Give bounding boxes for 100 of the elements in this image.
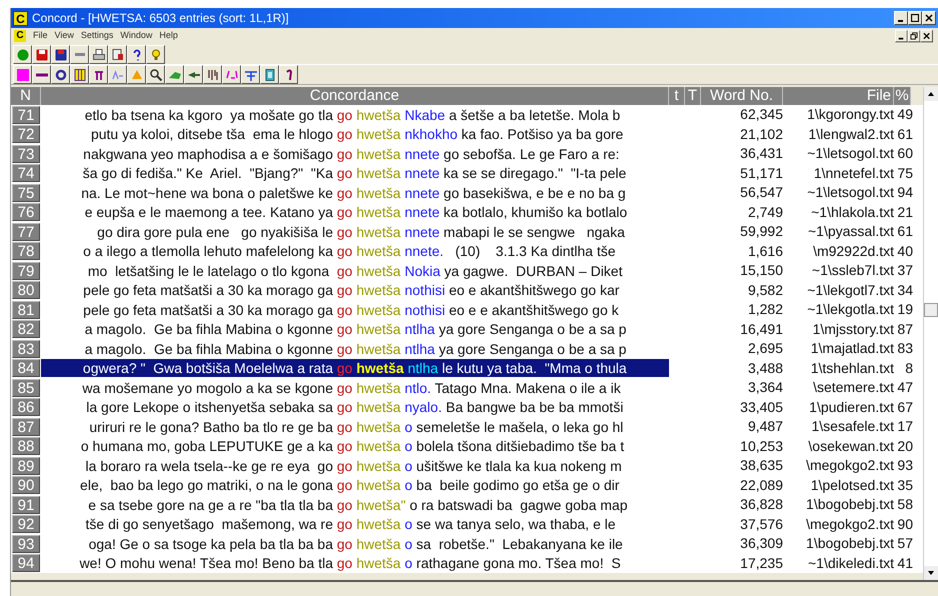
close-button[interactable] (922, 11, 936, 25)
menu-item[interactable]: View (54, 29, 74, 43)
column-header[interactable]: T (685, 87, 701, 105)
file-name: \megokgo2.txt (805, 514, 894, 534)
close-button[interactable] (920, 30, 933, 42)
menu-item[interactable]: Help (159, 29, 178, 43)
word-number: 38,635 (739, 456, 783, 476)
scroll-down-icon[interactable] (924, 566, 938, 580)
table-row[interactable]: 94 we! O mohu wena! Tšea mo! Beno ba tla go hwetša o rathagane gona mo. Tšea mo! S 17,235 ~1\dikeledi.txt 41 (11, 554, 923, 573)
toolbar-button[interactable] (127, 45, 146, 64)
toolbar-button[interactable] (279, 65, 298, 84)
toolbar-button[interactable] (51, 45, 70, 64)
table-row[interactable]: 93 oga! Ge o sa tsoge ka pela ba tla ba ba go hwetša o sa robetše." Lebakanyana ke ile 36,309 1\bogobebj.txt 57 (11, 534, 923, 554)
row-number: 77 (12, 222, 40, 241)
file-name: ~1\ssleb7l.txt (810, 261, 894, 280)
toolbar-button[interactable] (70, 45, 89, 64)
table-row[interactable]: 79 mo letšatšing le le latelago o tlo kgona go hwetša Nokia ya gagwe. DURBAN – Diket 15,150 ~1\ssleb7l.txt 37 (11, 261, 923, 280)
toolbar-button[interactable] (108, 45, 127, 64)
maximize-button[interactable] (908, 11, 922, 25)
table-row[interactable]: 84 ogwera? " Gwa botšiša Moelelwa a rata go hwetša ntlha le kutu ya taba. "Mma o thula 3,488 1\tshehlan.txt 8 (11, 358, 923, 378)
file-name: 1\nnetefel.txt (812, 164, 894, 183)
percent: 61 (896, 124, 913, 144)
table-row[interactable]: 75 na. Le mot~hene wa bona o paletšwe ke go hwetša nnete go basekišwa, e be e no ba g 56,547 ~1\letsogol.txt 94 (11, 183, 923, 202)
toolbar-button[interactable] (260, 65, 279, 84)
word-number: 3,488 (746, 358, 783, 378)
table-row[interactable]: 72 putu ya koloi, ditsebe tša ema le hlogo go hwetša nkhokho ka fao. Potšiso ya ba gore 21,102 1\lengwal2.txt 61 (11, 124, 923, 144)
file-name: 1\sesafele.txt (810, 417, 894, 436)
table-row[interactable]: 74 ša go di fediša." Ke Ariel. "Bjang?" "Ka go hwetša nnete ka se se diregago." "I-ta pele 51,171 1\nnetefel.txt 75 (11, 164, 923, 183)
column-header[interactable]: Word No. (701, 87, 783, 105)
toolbar-button[interactable] (13, 65, 32, 84)
table-row[interactable]: 78 o a ilego a tlemolla lehuto mafelelong ka go hwetša nnete. (10) 3.1.3 Ka dintlha tše 1,616 \m92922d.txt 40 (11, 242, 923, 261)
table-row[interactable]: 89 la boraro ra wela tsela--ke ge re eya go go hwetša o ušitšwe ke tlala ka kua nokeng m 38,635 \megokgo2.txt 93 (11, 456, 923, 476)
table-row[interactable]: 73 nakgwana yeo maphodisa a e šomišago go hwetša nnete go sebofša. Le ge Faro a re: 36,431 ~1\letsogol.txt 60 (11, 144, 923, 164)
table-row[interactable]: 71 etlo ba tsena ka kgoro ya mošate go tla go hwetša Nkabe a šetše a ba letetše. Mola b 62,345 1\kgorongy.txt 49 (11, 105, 923, 124)
file-name: 1\mjsstory.txt (812, 320, 894, 339)
table-row[interactable]: 77 go dira gore pula ene go nyakišiša le go hwetša nnete mabapi le se sengwe ngaka 59,992 ~1\pyassal.txt 61 (11, 222, 923, 242)
column-header[interactable]: N (11, 87, 41, 105)
percent: 57 (896, 534, 913, 554)
file-name: ~1\letsogol.txt (806, 144, 894, 164)
file-name: ~1\letsogol.txt (806, 183, 894, 202)
window-title: Concord - [HWETSA: 6503 entries (sort: 1L,1R)] (32, 10, 289, 27)
word-number: 36,309 (739, 534, 783, 554)
table-row[interactable]: 80 pele go feta matšatši a 30 ka morago ga go hwetša nothisi eo e akantšhitšwego go kar 9,582 ~1\lekgotl7.txt 34 (11, 280, 923, 300)
word-number: 21,102 (739, 124, 783, 144)
restore-button[interactable] (908, 30, 920, 42)
percent: 61 (896, 222, 913, 242)
search-icon (148, 68, 162, 82)
menu-item[interactable]: Window (120, 29, 152, 43)
minimize-button[interactable] (894, 11, 908, 25)
row-number: 82 (12, 320, 40, 338)
column-header[interactable]: t (669, 87, 685, 105)
scroll-thumb[interactable] (924, 303, 938, 317)
toolbar-button[interactable] (127, 65, 146, 84)
toolbar-button[interactable] (70, 65, 89, 84)
toolbar-button[interactable] (32, 65, 51, 84)
concordance-line: pele go feta matšatši a 30 ka morago ga go hwetša nothisi eo e e akantšhitšwego go k (82, 300, 620, 319)
toolbar-button[interactable] (108, 65, 127, 84)
concordance-line: pele go feta matšatši a 30 ka morago ga go hwetša nothisi eo e akantšhitšwego go kar (82, 281, 620, 300)
table-row[interactable]: 88 o humana mo, goba LEPUTUKE ge a ka go hwetša o bolela tšona ditšiebadimo tše ba t 10,253 \osekewan.txt 20 (11, 436, 923, 456)
toolbar-button[interactable] (222, 65, 241, 84)
row-number: 76 (12, 203, 40, 222)
toolbar-button[interactable] (13, 45, 32, 64)
column-header[interactable]: % (894, 87, 911, 105)
table-row[interactable]: 83 a magolo. Ge ba fihla Mabina o kgonne go hwetša ntlha ya gore Senganga o be a sa p 2,695 1\majatlad.txt 83 (11, 339, 923, 358)
table-row[interactable]: 81 pele go feta matšatši a 30 ka morago ga go hwetša nothisi eo e e akantšhitšwego go k 1,282 ~1\lekgotla.txt 19 (11, 300, 923, 320)
file-name: 1\tshehlan.txt (810, 358, 894, 378)
restore-icon (910, 32, 918, 40)
scroll-up-icon[interactable] (924, 87, 938, 101)
column-header[interactable]: File (783, 87, 894, 105)
toolbar-button[interactable] (165, 65, 184, 84)
minimize-button[interactable] (895, 30, 908, 42)
table-row[interactable]: 87 uriruri re le gona? Batho ba tlo re ge ba go hwetša o semeletše le mašela, o leka go hl 9,487 1\sesafele.txt 17 (11, 417, 923, 436)
percent: 90 (896, 514, 913, 534)
maximize-icon (911, 14, 919, 22)
percent: 93 (896, 456, 913, 476)
table-row[interactable]: 86 la gore Lekope o itshenyetša sebaka sa go hwetša nyalo. Ba bangwe ba be ba mmotši 33,405 1\pudieren.txt 67 (11, 398, 923, 417)
toolbar-button[interactable] (241, 65, 260, 84)
menu-item[interactable]: Settings (80, 29, 114, 43)
toolbar-button[interactable] (146, 65, 165, 84)
row-number: 86 (12, 398, 40, 416)
percent: 67 (896, 398, 913, 417)
table-row[interactable]: 91 e sa tsebe gore na ge a re "ba tla tla ba go hwetša" o ra batswadi ba gagwe goba map 36,828 1\bogobebj.txt 58 (11, 495, 923, 514)
toolbar-button[interactable] (51, 65, 70, 84)
table-row[interactable]: 90 ele, bao ba lego go matriki, o na le gona go hwetša o ba beile godimo go etša ge o dir 22,089 1\pelotsed.txt 35 (11, 476, 923, 495)
row-number: 75 (12, 184, 40, 202)
table-row[interactable]: 82 a magolo. Ge ba fihla Mabina o kgonne go hwetša ntlha ya gore Senganga o be a sa p 16,491 1\mjsstory.txt 87 (11, 320, 923, 339)
column-header[interactable]: Concordance (41, 87, 669, 105)
scrollbar[interactable] (923, 87, 938, 580)
table-row[interactable]: 92 tše di go senyetšago mašemong, wa re go hwetša o se wa tanya selo, wa thaba, e le 37,576 \megokgo2.txt 90 (11, 514, 923, 534)
toolbar-button[interactable] (89, 65, 108, 84)
menu-item[interactable]: File (33, 29, 48, 43)
word-number: 17,235 (739, 554, 783, 573)
table-row[interactable]: 76 e eupša e le maemong a tee. Katano ya go hwetša nnete ka botlalo, khumišo ka botlalo 2,749 ~1\hlakola.txt 21 (11, 202, 923, 222)
toolbar-button[interactable] (203, 65, 222, 84)
toolbar-button[interactable] (184, 65, 203, 84)
toolbar-button[interactable] (89, 45, 108, 64)
table-row[interactable]: 85 wa mošemane yo mogolo a ka se kgone go hwetša ntlo. Tatago Mna. Makena o ile a ik 3,364 \setemere.txt 47 (11, 378, 923, 398)
concordance-line: e eupša e le maemong a tee. Katano ya go hwetša nnete ka botlalo, khumišo ka botlalo (84, 203, 628, 222)
toolbar-button[interactable] (32, 45, 51, 64)
toolbar-button[interactable] (146, 45, 165, 64)
